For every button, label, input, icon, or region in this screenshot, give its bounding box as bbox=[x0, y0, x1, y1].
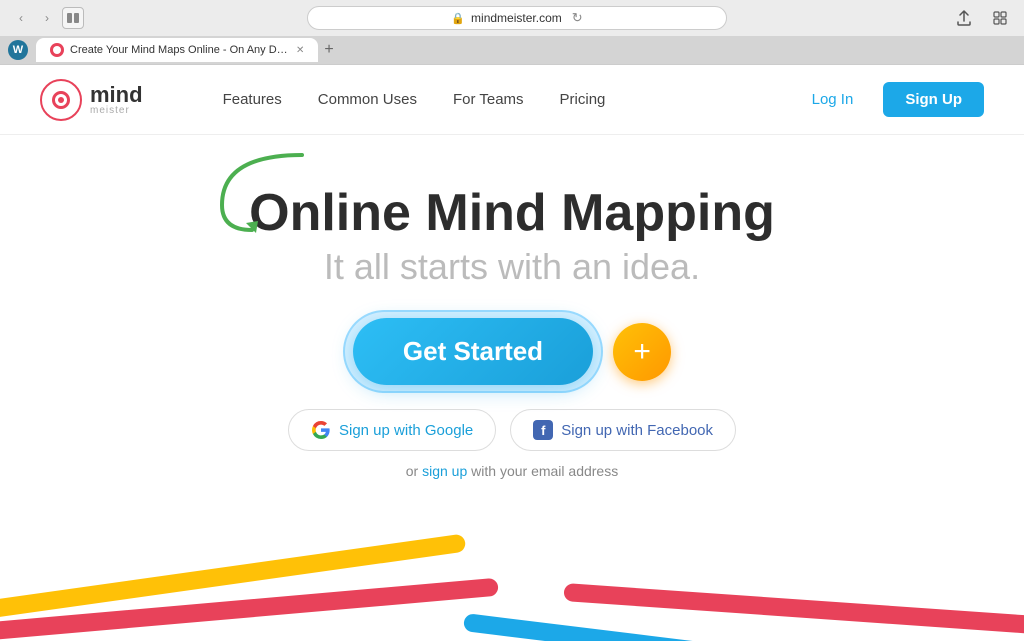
hero-title: Online Mind Mapping bbox=[249, 185, 775, 242]
wordpress-icon: W bbox=[8, 40, 28, 60]
nav-buttons: ‹ › bbox=[10, 7, 84, 29]
address-bar[interactable]: 🔒 mindmeister.com ↻ bbox=[307, 6, 727, 30]
google-icon bbox=[311, 420, 331, 440]
ribbon-yellow bbox=[0, 534, 466, 621]
logo-meister: meister bbox=[90, 106, 143, 116]
tab-title: Create Your Mind Maps Online - On Any De… bbox=[70, 44, 290, 56]
tab-bar: W Create Your Mind Maps Online - On Any … bbox=[0, 36, 1024, 64]
email-signup-text: or sign up with your email address bbox=[406, 463, 618, 479]
plus-circle: + bbox=[613, 323, 671, 381]
logo-icon bbox=[40, 79, 82, 121]
logo-text: mind meister bbox=[90, 84, 143, 116]
site-nav: Features Common Uses For Teams Pricing bbox=[223, 91, 606, 108]
lock-icon: 🔒 bbox=[451, 12, 465, 25]
google-signup-label: Sign up with Google bbox=[339, 422, 473, 439]
new-tab-button[interactable]: + bbox=[324, 42, 333, 58]
ribbon-decorations bbox=[0, 531, 1024, 641]
logo-mind: mind bbox=[90, 84, 143, 106]
logo-link[interactable]: mind meister bbox=[40, 79, 143, 121]
facebook-icon: f bbox=[533, 420, 553, 440]
facebook-signup-label: Sign up with Facebook bbox=[561, 422, 713, 439]
get-started-btn-wrap: Get Started bbox=[353, 318, 593, 385]
url-text: mindmeister.com bbox=[471, 11, 562, 25]
bookmarks-button[interactable] bbox=[986, 4, 1014, 32]
get-started-button[interactable]: Get Started bbox=[353, 318, 593, 385]
hero-section: Online Mind Mapping It all starts with a… bbox=[0, 135, 1024, 641]
hero-subtitle: It all starts with an idea. bbox=[324, 246, 700, 288]
get-started-area: Get Started + bbox=[353, 318, 671, 385]
email-suffix: with your email address bbox=[467, 463, 618, 479]
nav-features[interactable]: Features bbox=[223, 91, 282, 108]
header-actions: Log In Sign Up bbox=[794, 82, 984, 117]
share-button[interactable] bbox=[950, 4, 978, 32]
email-signup-link[interactable]: sign up bbox=[422, 463, 467, 479]
signup-buttons: Sign up with Google f Sign up with Faceb… bbox=[288, 409, 736, 451]
address-bar-wrap: 🔒 mindmeister.com ↻ bbox=[92, 6, 942, 30]
email-prefix: or bbox=[406, 463, 422, 479]
ribbon-pink bbox=[0, 578, 499, 641]
tab-favicon-inner bbox=[53, 46, 61, 54]
browser-chrome: ‹ › 🔒 mindmeister.com ↻ bbox=[0, 0, 1024, 65]
reload-icon[interactable]: ↻ bbox=[572, 10, 583, 26]
google-signup-button[interactable]: Sign up with Google bbox=[288, 409, 496, 451]
arrow-decoration bbox=[202, 145, 322, 235]
forward-button[interactable]: › bbox=[36, 7, 58, 29]
nav-common-uses[interactable]: Common Uses bbox=[318, 91, 417, 108]
login-button[interactable]: Log In bbox=[794, 83, 872, 116]
tab-favicon bbox=[50, 43, 64, 57]
site-header: mind meister Features Common Uses For Te… bbox=[0, 65, 1024, 135]
back-button[interactable]: ‹ bbox=[10, 7, 32, 29]
tab-close-button[interactable]: ✕ bbox=[296, 45, 304, 56]
browser-toolbar: ‹ › 🔒 mindmeister.com ↻ bbox=[0, 0, 1024, 36]
nav-for-teams[interactable]: For Teams bbox=[453, 91, 524, 108]
signup-button[interactable]: Sign Up bbox=[883, 82, 984, 117]
logo-icon-inner bbox=[52, 91, 70, 109]
toolbar-right bbox=[950, 4, 1014, 32]
layout-button[interactable] bbox=[62, 7, 84, 29]
ribbon-pink-right bbox=[563, 583, 1024, 634]
facebook-signup-button[interactable]: f Sign up with Facebook bbox=[510, 409, 736, 451]
nav-pricing[interactable]: Pricing bbox=[560, 91, 606, 108]
ribbon-blue bbox=[463, 613, 1024, 641]
active-tab[interactable]: Create Your Mind Maps Online - On Any De… bbox=[36, 38, 318, 62]
